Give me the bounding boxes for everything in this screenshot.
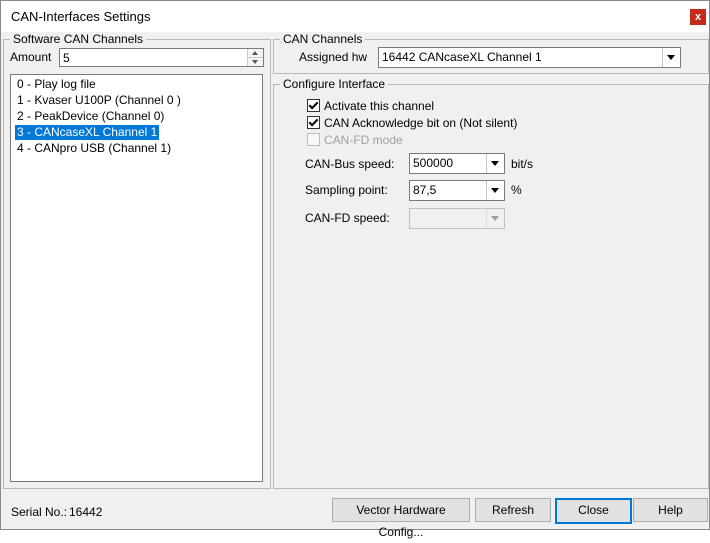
refresh-button[interactable]: Refresh xyxy=(475,498,551,522)
canfd-mode-label: CAN-FD mode xyxy=(324,133,403,147)
software-can-channels-label: Software CAN Channels xyxy=(10,32,147,46)
list-item[interactable]: 1 - Kvaser U100P (Channel 0 ) xyxy=(15,93,183,108)
window-title: CAN-Interfaces Settings xyxy=(11,9,151,24)
amount-spinbox[interactable]: 5 xyxy=(59,48,264,67)
list-item[interactable]: 0 - Play log file xyxy=(15,77,98,92)
arrow-up-icon xyxy=(252,51,258,55)
close-icon: x xyxy=(694,11,702,23)
assigned-hw-dropdown-button[interactable] xyxy=(662,48,680,67)
chevron-down-icon xyxy=(667,55,675,60)
title-bar[interactable]: CAN-Interfaces Settings x xyxy=(1,1,709,32)
vector-hardware-config-button[interactable]: Vector Hardware Config... xyxy=(332,498,470,539)
chevron-down-icon xyxy=(491,216,499,221)
list-item-selected[interactable]: 3 - CANcaseXL Channel 1 xyxy=(15,125,160,140)
list-item[interactable]: 4 - CANpro USB (Channel 1) xyxy=(15,141,173,156)
sampling-point-value: 87,5 xyxy=(413,183,437,197)
activate-channel-checkbox[interactable] xyxy=(307,99,320,112)
can-bus-speed-unit: bit/s xyxy=(511,157,534,171)
amount-increment-button[interactable] xyxy=(247,49,263,57)
can-bus-speed-dropdown-button[interactable] xyxy=(486,154,504,173)
chevron-down-icon xyxy=(491,161,499,166)
can-bus-speed-label: CAN-Bus speed: xyxy=(305,157,395,171)
canfd-speed-label: CAN-FD speed: xyxy=(305,211,390,225)
sampling-point-dropdown[interactable]: 87,5 xyxy=(409,180,505,201)
serial-number-label: Serial No.: xyxy=(11,505,68,519)
close-button[interactable]: Close xyxy=(555,498,632,524)
assigned-hw-label: Assigned hw xyxy=(299,50,368,64)
settings-window: CAN-Interfaces Settings x Software CAN C… xyxy=(0,0,710,539)
can-ack-label[interactable]: CAN Acknowledge bit on (Not silent) xyxy=(324,116,517,130)
assigned-hw-dropdown[interactable]: 16442 CANcaseXL Channel 1 xyxy=(378,47,681,68)
can-bus-speed-value: 500000 xyxy=(413,156,454,170)
list-item[interactable]: 2 - PeakDevice (Channel 0) xyxy=(15,109,166,124)
amount-label: Amount xyxy=(10,50,52,64)
sampling-point-label: Sampling point: xyxy=(305,183,388,197)
arrow-down-icon xyxy=(252,60,258,64)
chevron-down-icon xyxy=(491,188,499,193)
help-button[interactable]: Help xyxy=(633,498,708,522)
sampling-point-dropdown-button[interactable] xyxy=(486,181,504,200)
can-bus-speed-dropdown[interactable]: 500000 xyxy=(409,153,505,174)
activate-channel-label[interactable]: Activate this channel xyxy=(324,99,434,113)
canfd-speed-dropdown[interactable] xyxy=(409,208,505,229)
assigned-hw-value: 16442 CANcaseXL Channel 1 xyxy=(382,50,542,64)
sampling-point-unit: % xyxy=(511,183,522,197)
software-channel-list[interactable]: 0 - Play log file 1 - Kvaser U100P (Chan… xyxy=(10,74,263,482)
amount-value[interactable]: 5 xyxy=(63,51,70,65)
can-ack-checkbox[interactable] xyxy=(307,116,320,129)
can-channels-label: CAN Channels xyxy=(280,32,366,46)
close-window-button[interactable]: x xyxy=(690,9,706,25)
amount-decrement-button[interactable] xyxy=(247,57,263,66)
canfd-mode-checkbox[interactable] xyxy=(307,133,320,146)
configure-interface-label: Configure Interface xyxy=(280,77,389,91)
serial-number-value: 16442 xyxy=(69,505,103,519)
canfd-speed-dropdown-button[interactable] xyxy=(486,209,504,228)
